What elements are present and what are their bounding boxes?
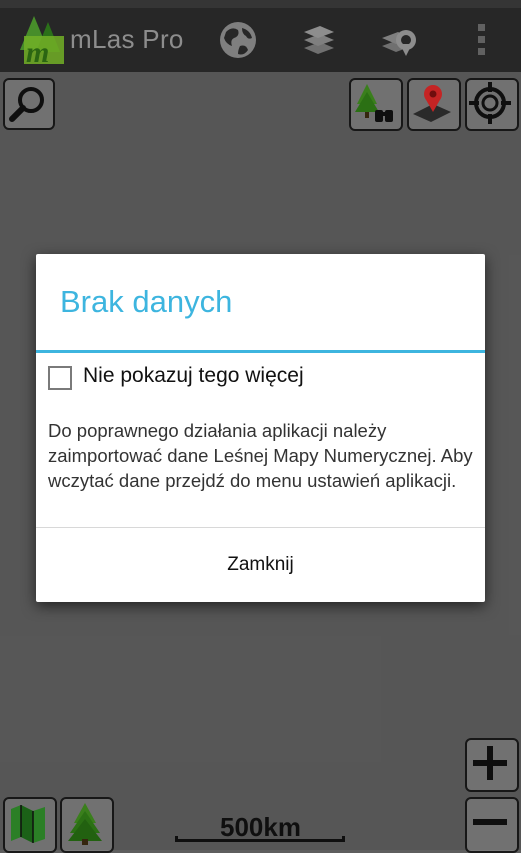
dialog-title-divider xyxy=(36,350,485,353)
dialog-message: Do poprawnego działania aplikacji należy… xyxy=(48,420,473,491)
dont-show-again-label[interactable]: Nie pokazuj tego więcej xyxy=(83,364,304,388)
dialog-title: Brak danych xyxy=(60,284,233,319)
close-button[interactable]: Zamknij xyxy=(36,528,485,602)
dont-show-again-checkbox[interactable] xyxy=(48,366,72,390)
no-data-dialog: Brak danych Nie pokazuj tego więcej Do p… xyxy=(36,254,485,602)
